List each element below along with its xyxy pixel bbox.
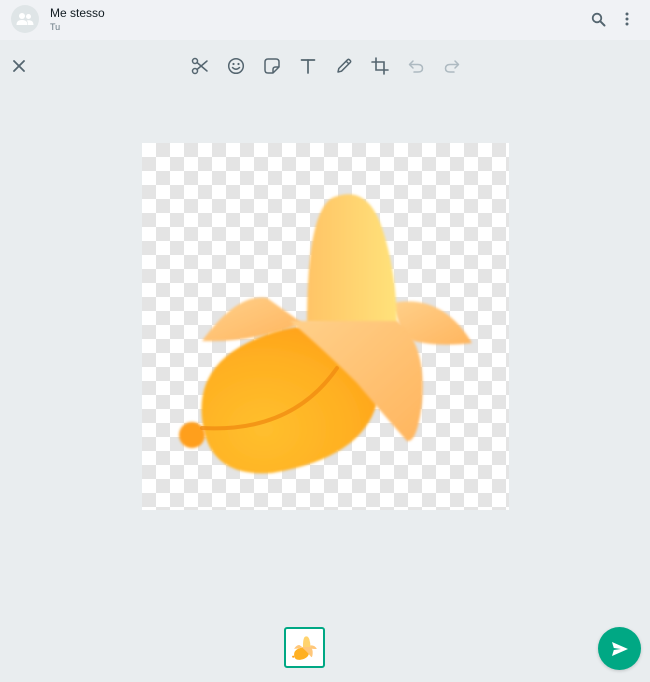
chat-header: Me stesso Tu [0,0,650,40]
image-canvas[interactable] [142,143,509,510]
close-icon[interactable] [9,56,29,76]
more-menu-icon[interactable] [617,9,637,29]
search-icon[interactable] [588,9,608,29]
emoji-icon[interactable] [225,55,247,77]
undo-icon[interactable] [405,55,427,77]
banana-thumbnail-icon [292,636,317,660]
contact-info[interactable]: Me stesso Tu [50,6,105,33]
sticker-icon[interactable] [261,55,283,77]
banana-sticker [179,194,472,474]
send-button[interactable] [598,627,641,670]
redo-icon[interactable] [441,55,463,77]
contact-subtitle: Tu [50,22,61,32]
pencil-icon[interactable] [333,55,355,77]
text-icon[interactable] [297,55,319,77]
send-icon [611,641,628,656]
group-avatar-icon[interactable] [11,5,39,33]
contact-name: Me stesso [50,6,105,20]
crop-rotate-icon[interactable] [369,55,391,77]
image-thumbnail[interactable] [284,627,325,668]
scissors-icon[interactable] [189,55,211,77]
